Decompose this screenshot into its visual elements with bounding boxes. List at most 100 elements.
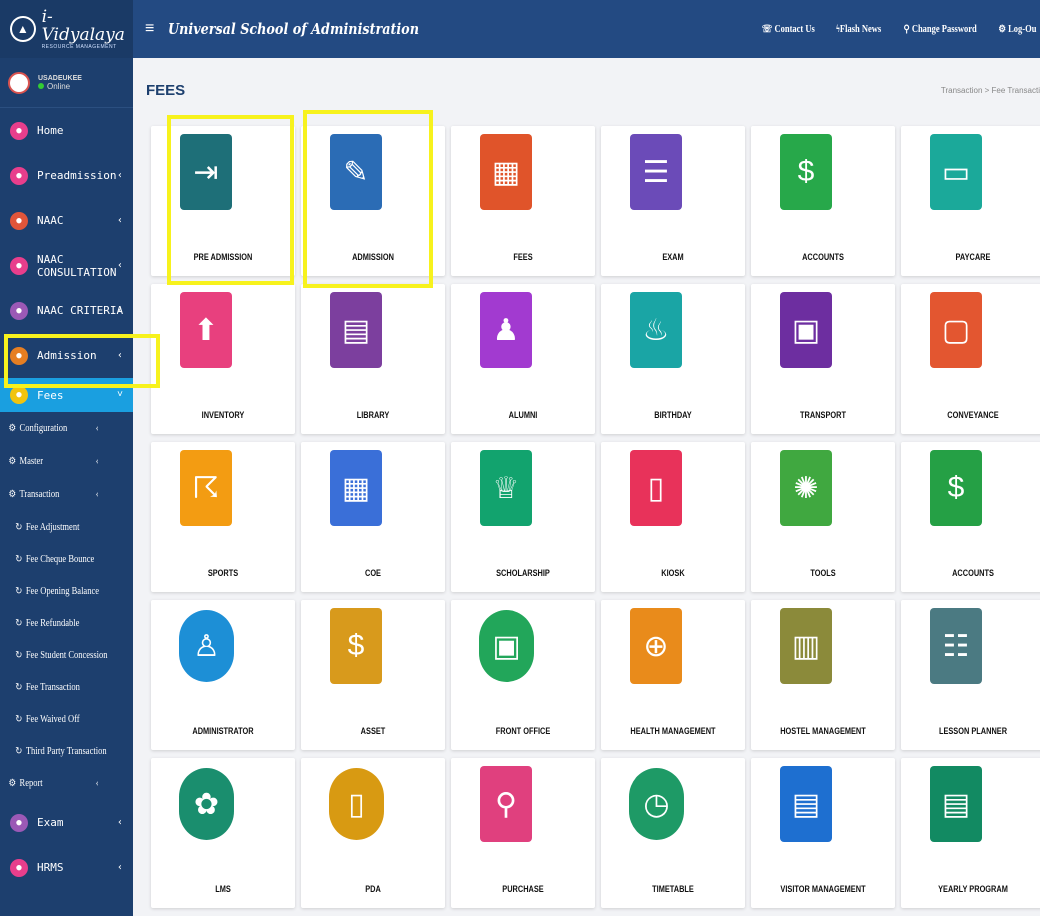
module-tile-front-office[interactable]: ▣ FRONT OFFICE	[451, 600, 595, 750]
sidebar-leaf-fee-adjustment[interactable]: ↻ Fee Adjustment	[0, 511, 128, 543]
module-label: ADMINISTRATOR	[192, 726, 254, 736]
module-tile-scholarship[interactable]: ♕ SCHOLARSHIP	[451, 442, 595, 592]
sidebar-leaf-label: Fee Transaction	[25, 681, 80, 693]
module-tile-administrator[interactable]: ♙ ADMINISTRATOR	[151, 600, 295, 750]
avatar	[8, 71, 30, 94]
top-bar: ≡ Universal School of Administration ☏ C…	[133, 0, 1040, 58]
logout-link[interactable]: ⚙ Log-Ou	[999, 24, 1037, 35]
sidebar-item-home[interactable]: ● Home	[0, 108, 133, 153]
module-tile-sports[interactable]: ☈ SPORTS	[151, 442, 295, 592]
module-tile-pda[interactable]: ▯ PDA	[301, 758, 445, 908]
module-icon: ▤	[330, 292, 382, 368]
sidebar-leaf-label: Fee Opening Balance	[25, 585, 100, 597]
sidebar-leaf-fee-transaction[interactable]: ↻ Fee Transaction	[0, 671, 128, 703]
contact-us-link[interactable]: ☏ Contact Us	[762, 24, 815, 35]
sidebar-subitem-report[interactable]: ⚙ Report ‹	[0, 767, 128, 800]
sidebar-item-hrms[interactable]: ● HRMS ‹	[0, 845, 133, 890]
sidebar-leaf-label: Third Party Transaction	[25, 745, 107, 757]
module-tile-lms[interactable]: ✿ LMS	[151, 758, 295, 908]
brand-logo-icon: ▲	[10, 16, 36, 42]
module-tile-transport[interactable]: ▣ TRANSPORT	[751, 284, 895, 434]
module-tile-conveyance[interactable]: ▢ CONVEYANCE	[901, 284, 1040, 434]
sidebar-subitem-transaction[interactable]: ⚙ Transaction ‹	[0, 478, 128, 511]
module-tile-accounts[interactable]: $ ACCOUNTS	[901, 442, 1040, 592]
chevron-icon: ‹	[116, 817, 123, 828]
sidebar-item-icon: ●	[10, 386, 28, 404]
gear-icon: ⚙	[8, 778, 17, 789]
module-label: LMS	[215, 884, 231, 894]
sidebar-leaf-third-party-transaction[interactable]: ↻ Third Party Transaction	[0, 735, 128, 767]
module-tile-hostel-management[interactable]: ▥ HOSTEL MANAGEMENT	[751, 600, 895, 750]
module-icon: ▥	[780, 608, 832, 684]
module-tile-health-management[interactable]: ⊕ HEALTH MANAGEMENT	[601, 600, 745, 750]
sidebar-leaf-fee-cheque-bounce[interactable]: ↻ Fee Cheque Bounce	[0, 543, 128, 575]
module-tile-timetable[interactable]: ◷ TIMETABLE	[601, 758, 745, 908]
sidebar-leaf-fee-waived-off[interactable]: ↻ Fee Waived Off	[0, 703, 128, 735]
module-tile-fees[interactable]: ▦ FEES	[451, 126, 595, 276]
module-icon: ▦	[330, 450, 382, 526]
sidebar-leaf-fee-opening-balance[interactable]: ↻ Fee Opening Balance	[0, 575, 128, 607]
module-tile-lesson-planner[interactable]: ☷ LESSON PLANNER	[901, 600, 1040, 750]
module-tile-inventory[interactable]: ⬆ INVENTORY	[151, 284, 295, 434]
sidebar-item-preadmission[interactable]: ● Preadmission ‹	[0, 153, 133, 198]
module-tile-purchase[interactable]: ⚲ PURCHASE	[451, 758, 595, 908]
circle-arrow-icon: ↻	[15, 745, 23, 757]
module-icon: ♙	[179, 610, 234, 682]
module-label: ALUMNI	[508, 410, 538, 420]
module-tile-asset[interactable]: $ ASSET	[301, 600, 445, 750]
module-tile-library[interactable]: ▤ LIBRARY	[301, 284, 445, 434]
module-tile-yearly-program[interactable]: ▤ YEARLY PROGRAM	[901, 758, 1040, 908]
chevron-icon: ‹	[95, 489, 99, 500]
module-label: LESSON PLANNER	[938, 726, 1008, 736]
circle-arrow-icon: ↻	[15, 681, 23, 693]
sidebar-subitem-master[interactable]: ⚙ Master ‹	[0, 445, 128, 478]
module-tile-tools[interactable]: ✺ TOOLS	[751, 442, 895, 592]
sidebar-nav: ● Home ● Preadmission ‹ ● NAAC ‹ ● NAAC CONSULTAT…	[0, 108, 133, 890]
sidebar-subitem-label: Master	[19, 456, 44, 467]
module-tile-coe[interactable]: ▦ COE	[301, 442, 445, 592]
module-label: HEALTH MANAGEMENT	[630, 726, 716, 736]
sidebar-item-icon: ●	[10, 858, 28, 877]
module-label: TIMETABLE	[652, 884, 694, 894]
sidebar-item-icon: ●	[10, 813, 28, 832]
module-tile-birthday[interactable]: ♨ BIRTHDAY	[601, 284, 745, 434]
sidebar-leaf-fee-student-concession[interactable]: ↻ Fee Student Concession	[0, 639, 128, 671]
gear-icon: ⚙	[8, 489, 17, 500]
sidebar-item-naac-consultation[interactable]: ● NAAC CONSULTATION ‹	[0, 243, 133, 288]
circle-arrow-icon: ↻	[15, 617, 23, 629]
brand[interactable]: ▲ i-Vidyalaya RESOURCE MANAGEMENT	[0, 0, 133, 58]
module-icon: ✿	[179, 768, 234, 840]
module-icon: ▯	[329, 768, 384, 840]
online-dot-icon	[38, 82, 44, 89]
module-label: TRANSPORT	[800, 410, 846, 420]
user-name: USADEUKEE	[38, 74, 82, 82]
module-label: ACCOUNTS	[802, 252, 844, 262]
module-tile-alumni[interactable]: ♟ ALUMNI	[451, 284, 595, 434]
module-tile-accounts[interactable]: $ ACCOUNTS	[751, 126, 895, 276]
sidebar-item-exam[interactable]: ● Exam ‹	[0, 800, 133, 845]
circle-arrow-icon: ↻	[15, 713, 23, 725]
module-label: INVENTORY	[201, 410, 245, 420]
module-icon: ▣	[479, 610, 534, 682]
breadcrumb[interactable]: Transaction > Fee Transacti	[941, 86, 1040, 95]
module-tile-kiosk[interactable]: ▯ KIOSK	[601, 442, 745, 592]
sidebar-item-naac[interactable]: ● NAAC ‹	[0, 198, 133, 243]
sidebar-item-icon: ●	[10, 211, 28, 230]
module-label: EXAM	[662, 252, 684, 262]
sidebar-subitem-configuration[interactable]: ⚙ Configuration ‹	[0, 412, 128, 445]
flash-news-link[interactable]: ϟFlash News	[836, 24, 881, 35]
module-tile-exam[interactable]: ☰ EXAM	[601, 126, 745, 276]
module-label: SPORTS	[207, 568, 239, 578]
module-tile-paycare[interactable]: ▭ PAYCARE	[901, 126, 1040, 276]
module-tile-visitor-management[interactable]: ▤ VISITOR MANAGEMENT	[751, 758, 895, 908]
sidebar-item-naac-criteria[interactable]: ● NAAC CRITERIA ‹	[0, 288, 133, 333]
menu-toggle-icon[interactable]: ≡	[145, 20, 154, 38]
module-label: FEES	[513, 252, 533, 262]
sidebar-item-label: HRMS	[37, 861, 64, 874]
change-password-link[interactable]: ⚲ Change Password	[903, 24, 976, 35]
module-icon: ▢	[930, 292, 982, 368]
module-icon: ⚲	[480, 766, 532, 842]
module-icon: $	[780, 134, 832, 210]
sidebar-leaf-fee-refundable[interactable]: ↻ Fee Refundable	[0, 607, 128, 639]
sidebar-item-label: Home	[37, 124, 64, 137]
